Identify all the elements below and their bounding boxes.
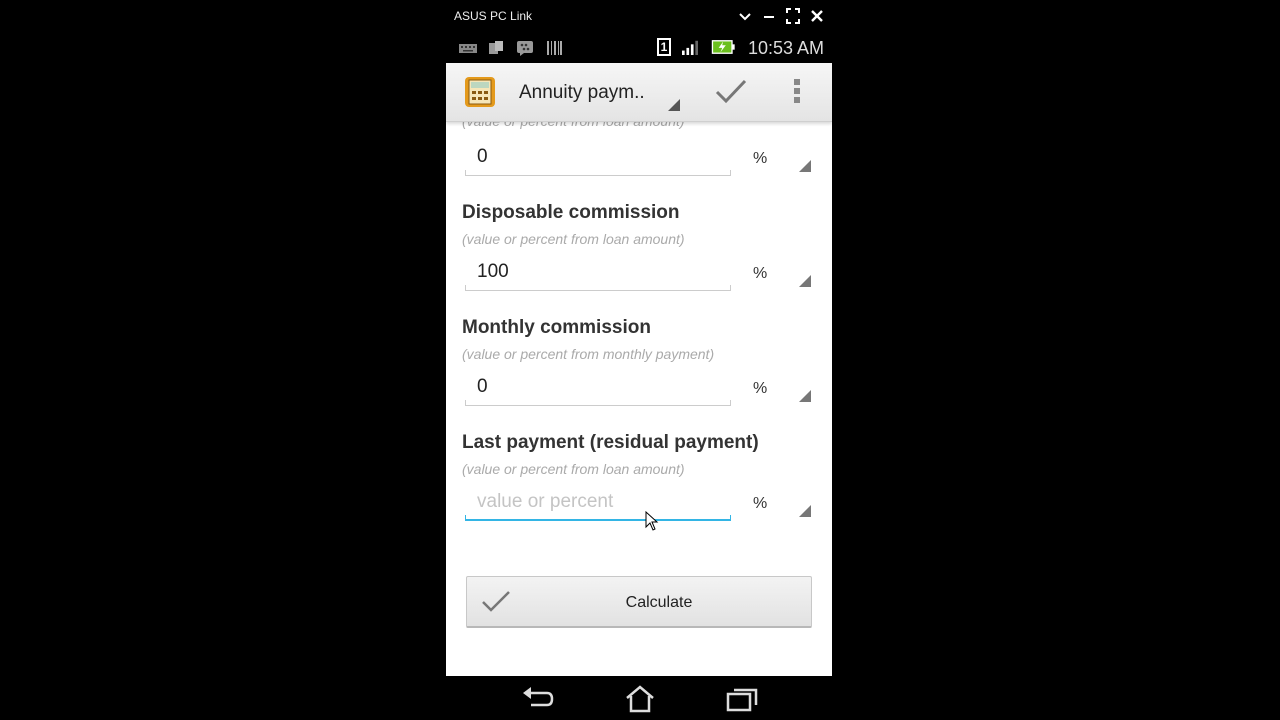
signal-icon xyxy=(682,40,698,55)
spinner-arrow-icon xyxy=(799,160,811,172)
overflow-menu-icon[interactable] xyxy=(793,79,801,107)
battery-charging-icon xyxy=(711,40,735,54)
field-label: Disposable commission xyxy=(462,202,680,223)
field-label: Monthly commission xyxy=(462,317,651,338)
unit-spinner[interactable]: % xyxy=(751,370,813,406)
back-icon[interactable] xyxy=(519,684,555,714)
field-hint: (value or percent from monthly payment) xyxy=(462,346,715,362)
amount-input[interactable]: 0 xyxy=(465,140,733,176)
unit-spinner[interactable]: % xyxy=(751,485,813,521)
chevron-down-icon[interactable] xyxy=(736,6,754,26)
sim-icon: 1 xyxy=(657,38,671,56)
last-payment-input[interactable]: value or percent xyxy=(465,485,733,521)
home-icon[interactable] xyxy=(622,684,658,714)
window-title: ASUS PC Link xyxy=(454,9,533,23)
form-scroll-area[interactable]: (value or percent from loan amount) 0 % … xyxy=(446,121,832,676)
spinner-arrow-icon xyxy=(799,275,811,287)
field-hint: (value or percent from loan amount) xyxy=(462,461,685,477)
field-hint: (value or percent from loan amount) xyxy=(462,121,685,129)
close-icon[interactable] xyxy=(808,6,826,26)
field-label: Last payment (residual payment) xyxy=(462,432,759,453)
spinner-arrow-icon xyxy=(799,505,811,517)
pc-link-window: ASUS PC Link 1 10:53 AM Annuity paym.. (… xyxy=(446,0,832,720)
recent-apps-icon[interactable] xyxy=(724,684,760,714)
status-time: 10:53 AM xyxy=(747,38,824,58)
disposable-commission-input[interactable]: 100 xyxy=(465,255,733,291)
unit-spinner[interactable]: % xyxy=(751,140,813,176)
calculator-app-icon[interactable] xyxy=(464,76,496,108)
screen-title-spinner[interactable]: Annuity paym.. xyxy=(519,82,645,104)
navigation-bar xyxy=(446,676,832,720)
window-title-bar: ASUS PC Link xyxy=(446,0,832,33)
minimize-icon[interactable] xyxy=(760,6,778,26)
spinner-arrow-icon xyxy=(668,99,680,111)
barcode-icon xyxy=(547,41,562,55)
action-bar: Annuity paym.. xyxy=(446,63,832,122)
fullscreen-icon[interactable] xyxy=(784,6,802,26)
mouse-cursor-icon xyxy=(645,511,659,531)
android-status-bar: 1 10:53 AM xyxy=(446,33,832,63)
field-hint: (value or percent from loan amount) xyxy=(462,231,685,247)
keyboard-icon xyxy=(459,44,477,53)
monthly-commission-input[interactable]: 0 xyxy=(465,370,733,406)
calculate-button[interactable]: Calculate xyxy=(466,576,812,628)
screen-icon xyxy=(489,41,503,54)
spinner-arrow-icon xyxy=(799,390,811,402)
check-icon[interactable] xyxy=(714,77,748,107)
unit-spinner[interactable]: % xyxy=(751,255,813,291)
bbm-icon xyxy=(517,41,533,56)
